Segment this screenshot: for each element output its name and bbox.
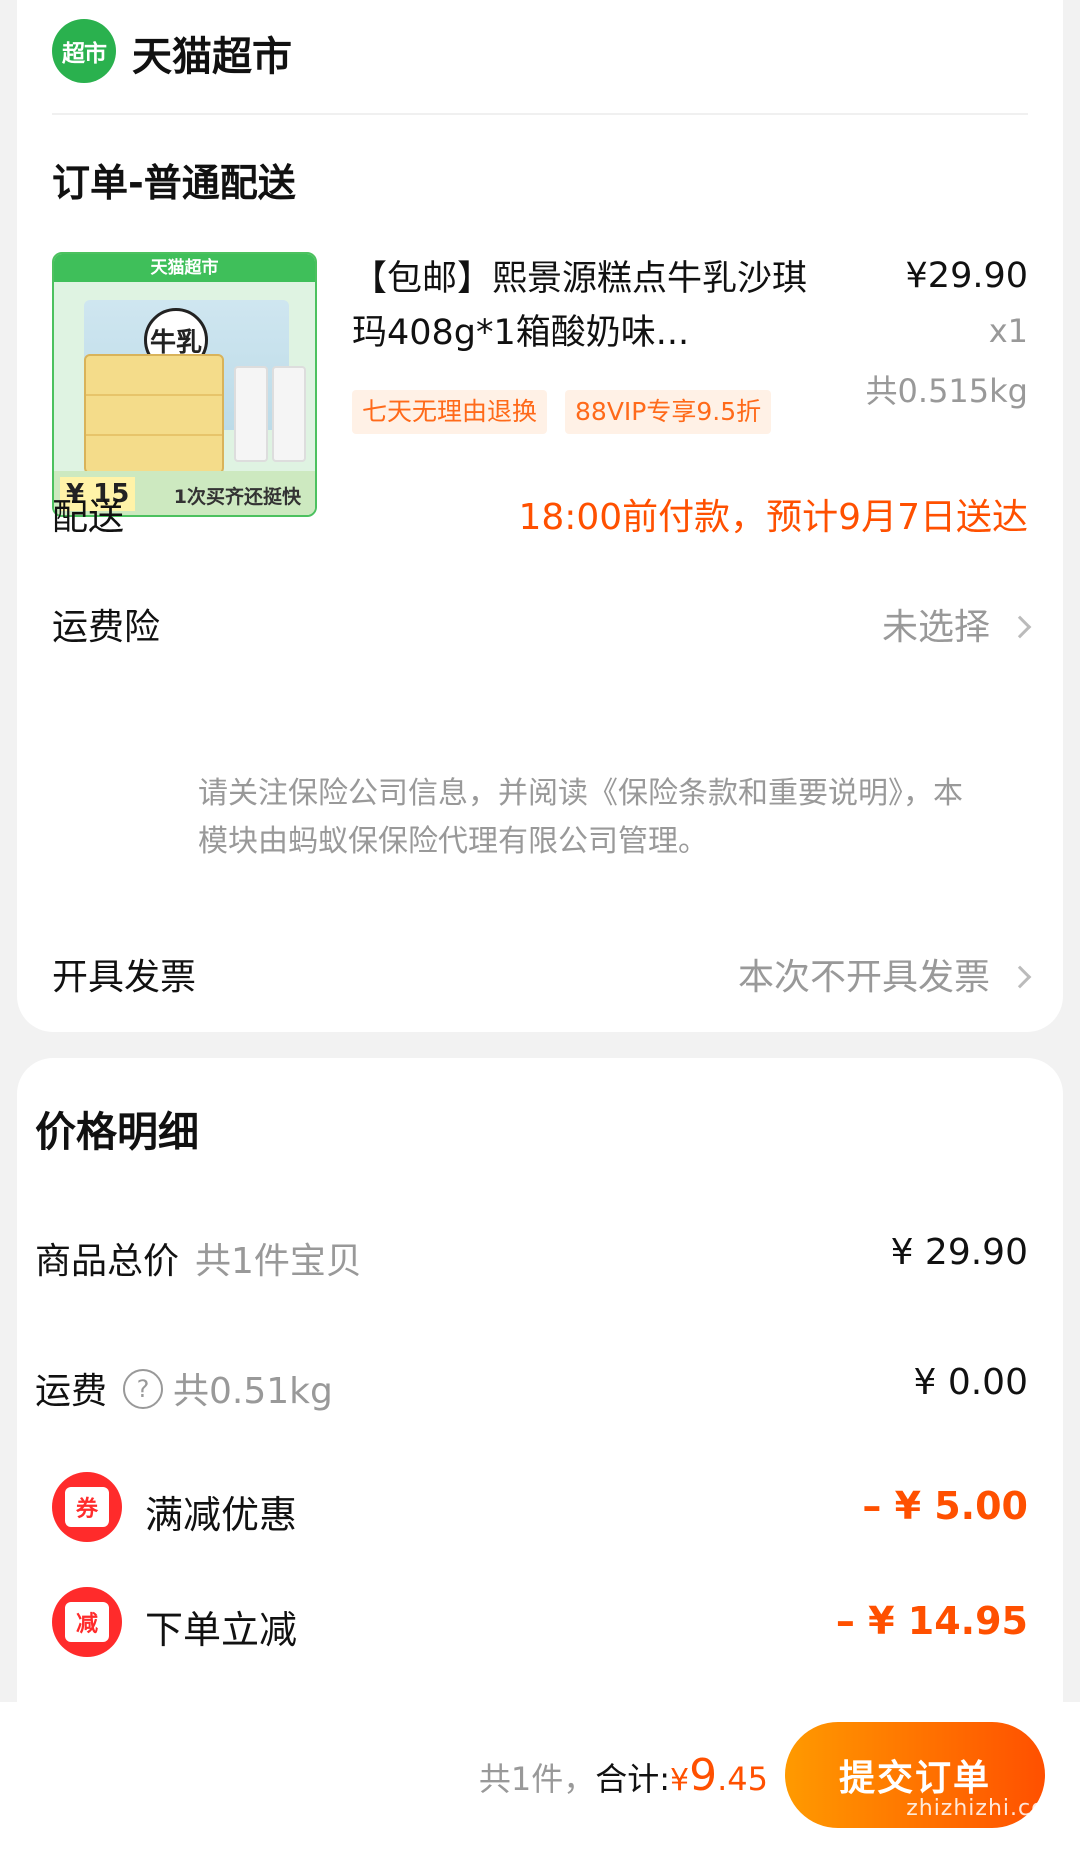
shipping-fee-value: ¥ 0.00	[913, 1362, 1028, 1403]
divider	[52, 113, 1028, 115]
full-reduction-label: 满减优惠	[145, 1493, 298, 1537]
watermark: zhizhizhi.com	[906, 1796, 1068, 1821]
product-price: ¥29.90	[905, 256, 1028, 296]
question-mark-icon[interactable]: ?	[123, 1369, 164, 1409]
order-section-title: 订单-普通配送	[52, 161, 296, 205]
chevron-right-icon	[1008, 965, 1032, 989]
coupon-icon: 券	[52, 1472, 122, 1542]
insurance-note: 请关注保险公司信息，并阅读《保险条款和重要说明》，本模块由蚂蚁保保险代理有限公司…	[198, 776, 963, 859]
invoice-value: 本次不开具发票	[737, 948, 1032, 1000]
total-decimal: .45	[717, 1760, 768, 1798]
tag-vip: 88VIP专享9.5折	[565, 390, 772, 434]
goods-total-label: 商品总价 共1件宝贝	[35, 1232, 362, 1284]
store-name[interactable]: 天猫超市	[132, 24, 292, 82]
pack-graphic	[272, 366, 306, 462]
invoice-value-text: 本次不开具发票	[737, 957, 990, 998]
coupon-icon-inner: 券	[65, 1487, 109, 1527]
cake-graphic	[84, 354, 224, 474]
chevron-right-icon	[1008, 615, 1032, 639]
order-total: 共1件，合计:¥9.45	[479, 1750, 768, 1801]
product-weight: 共0.515kg	[865, 372, 1028, 410]
total-integer: 9	[689, 1750, 718, 1801]
product-quantity: x1	[988, 312, 1028, 350]
product-tags: 七天无理由退换 88VIP专享9.5折	[352, 390, 772, 434]
product-title[interactable]: 【包邮】熙景源糕点牛乳沙琪玛408g*1箱酸奶味...	[352, 252, 822, 360]
price-detail-title: 价格明细	[35, 1108, 199, 1156]
shipping-fee-text: 运费	[35, 1371, 108, 1412]
shipping-weight: 共0.51kg	[173, 1371, 333, 1412]
tag-return: 七天无理由退换	[352, 390, 548, 434]
insurance-value-text: 未选择	[881, 607, 990, 648]
product-image-banner: 天猫超市	[54, 254, 315, 282]
checkout-bar: 共1件，合计:¥9.45 提交订单	[0, 1702, 1080, 1852]
goods-total-value: ¥ 29.90	[890, 1232, 1028, 1273]
goods-count: 共1件宝贝	[195, 1241, 362, 1282]
delivery-estimate: 18:00前付款，预计9月7日送达	[518, 497, 1028, 538]
shipping-fee-label: 运费? 共0.51kg	[35, 1362, 333, 1414]
pack-graphic	[234, 366, 268, 462]
total-label: 合计:	[595, 1760, 671, 1798]
order-card: 超市 天猫超市 订单-普通配送 天猫超市 牛乳 ¥ 15 1次买齐还挺快 【包邮…	[17, 0, 1063, 1032]
instant-discount-icon-inner: 减	[65, 1602, 109, 1642]
instant-discount-value: – ¥ 14.95	[835, 1599, 1028, 1643]
item-count: 共1件，	[478, 1760, 596, 1798]
goods-total-text: 商品总价	[35, 1241, 180, 1282]
full-reduction-value: – ¥ 5.00	[862, 1484, 1028, 1528]
instant-discount-label: 下单立减	[145, 1608, 298, 1652]
product-image[interactable]: 天猫超市 牛乳 ¥ 15 1次买齐还挺快	[52, 252, 317, 517]
tmall-supermarket-logo: 超市	[52, 19, 116, 83]
invoice-label: 开具发票	[52, 957, 197, 998]
insurance-label: 运费险	[52, 607, 161, 648]
total-currency: ¥	[670, 1763, 690, 1798]
insurance-value: 未选择	[881, 598, 1032, 650]
instant-discount-icon: 减	[52, 1587, 122, 1657]
product-image-slogan: 1次买齐还挺快	[173, 486, 301, 508]
delivery-label: 配送	[52, 497, 125, 538]
